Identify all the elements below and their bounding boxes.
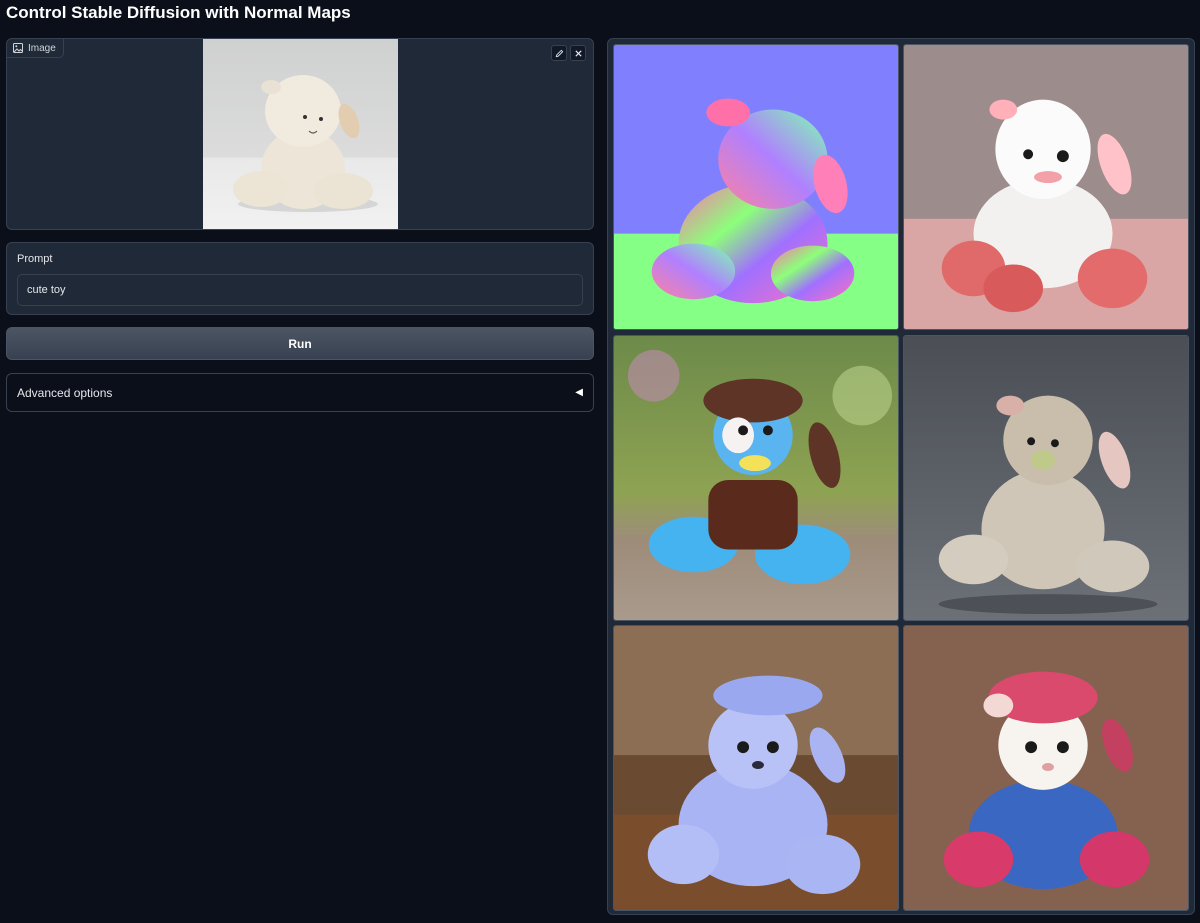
image-input-label-text: Image: [28, 42, 56, 54]
gallery-image-brown-hat-toy[interactable]: [613, 335, 899, 621]
advanced-options-label: Advanced options: [17, 385, 113, 400]
prompt-panel: Prompt: [6, 242, 594, 315]
edit-image-button[interactable]: [551, 45, 567, 61]
image-input-panel[interactable]: Image: [6, 38, 594, 230]
gallery-image-blue-lamb[interactable]: [613, 625, 899, 911]
pencil-icon: [555, 49, 563, 57]
prompt-label: Prompt: [17, 253, 53, 265]
collapse-arrow-icon: ◀: [575, 387, 583, 398]
page-title: Control Stable Diffusion with Normal Map…: [6, 3, 351, 22]
clear-image-button[interactable]: [570, 45, 586, 61]
gallery-image-normal-map[interactable]: [613, 44, 899, 330]
uploaded-image-preview: [203, 39, 398, 229]
image-input-label: Image: [7, 39, 64, 58]
gallery-image-gray-lamb[interactable]: [903, 335, 1189, 621]
gallery-image-knit-lamb[interactable]: [903, 625, 1189, 911]
prompt-input[interactable]: [17, 274, 583, 306]
gallery-image-white-lamb[interactable]: [903, 44, 1189, 330]
run-button[interactable]: Run: [6, 327, 594, 360]
advanced-options-accordion[interactable]: Advanced options ◀: [6, 373, 594, 412]
output-gallery: [607, 38, 1195, 915]
image-icon: [13, 43, 23, 53]
close-icon: [574, 49, 582, 57]
